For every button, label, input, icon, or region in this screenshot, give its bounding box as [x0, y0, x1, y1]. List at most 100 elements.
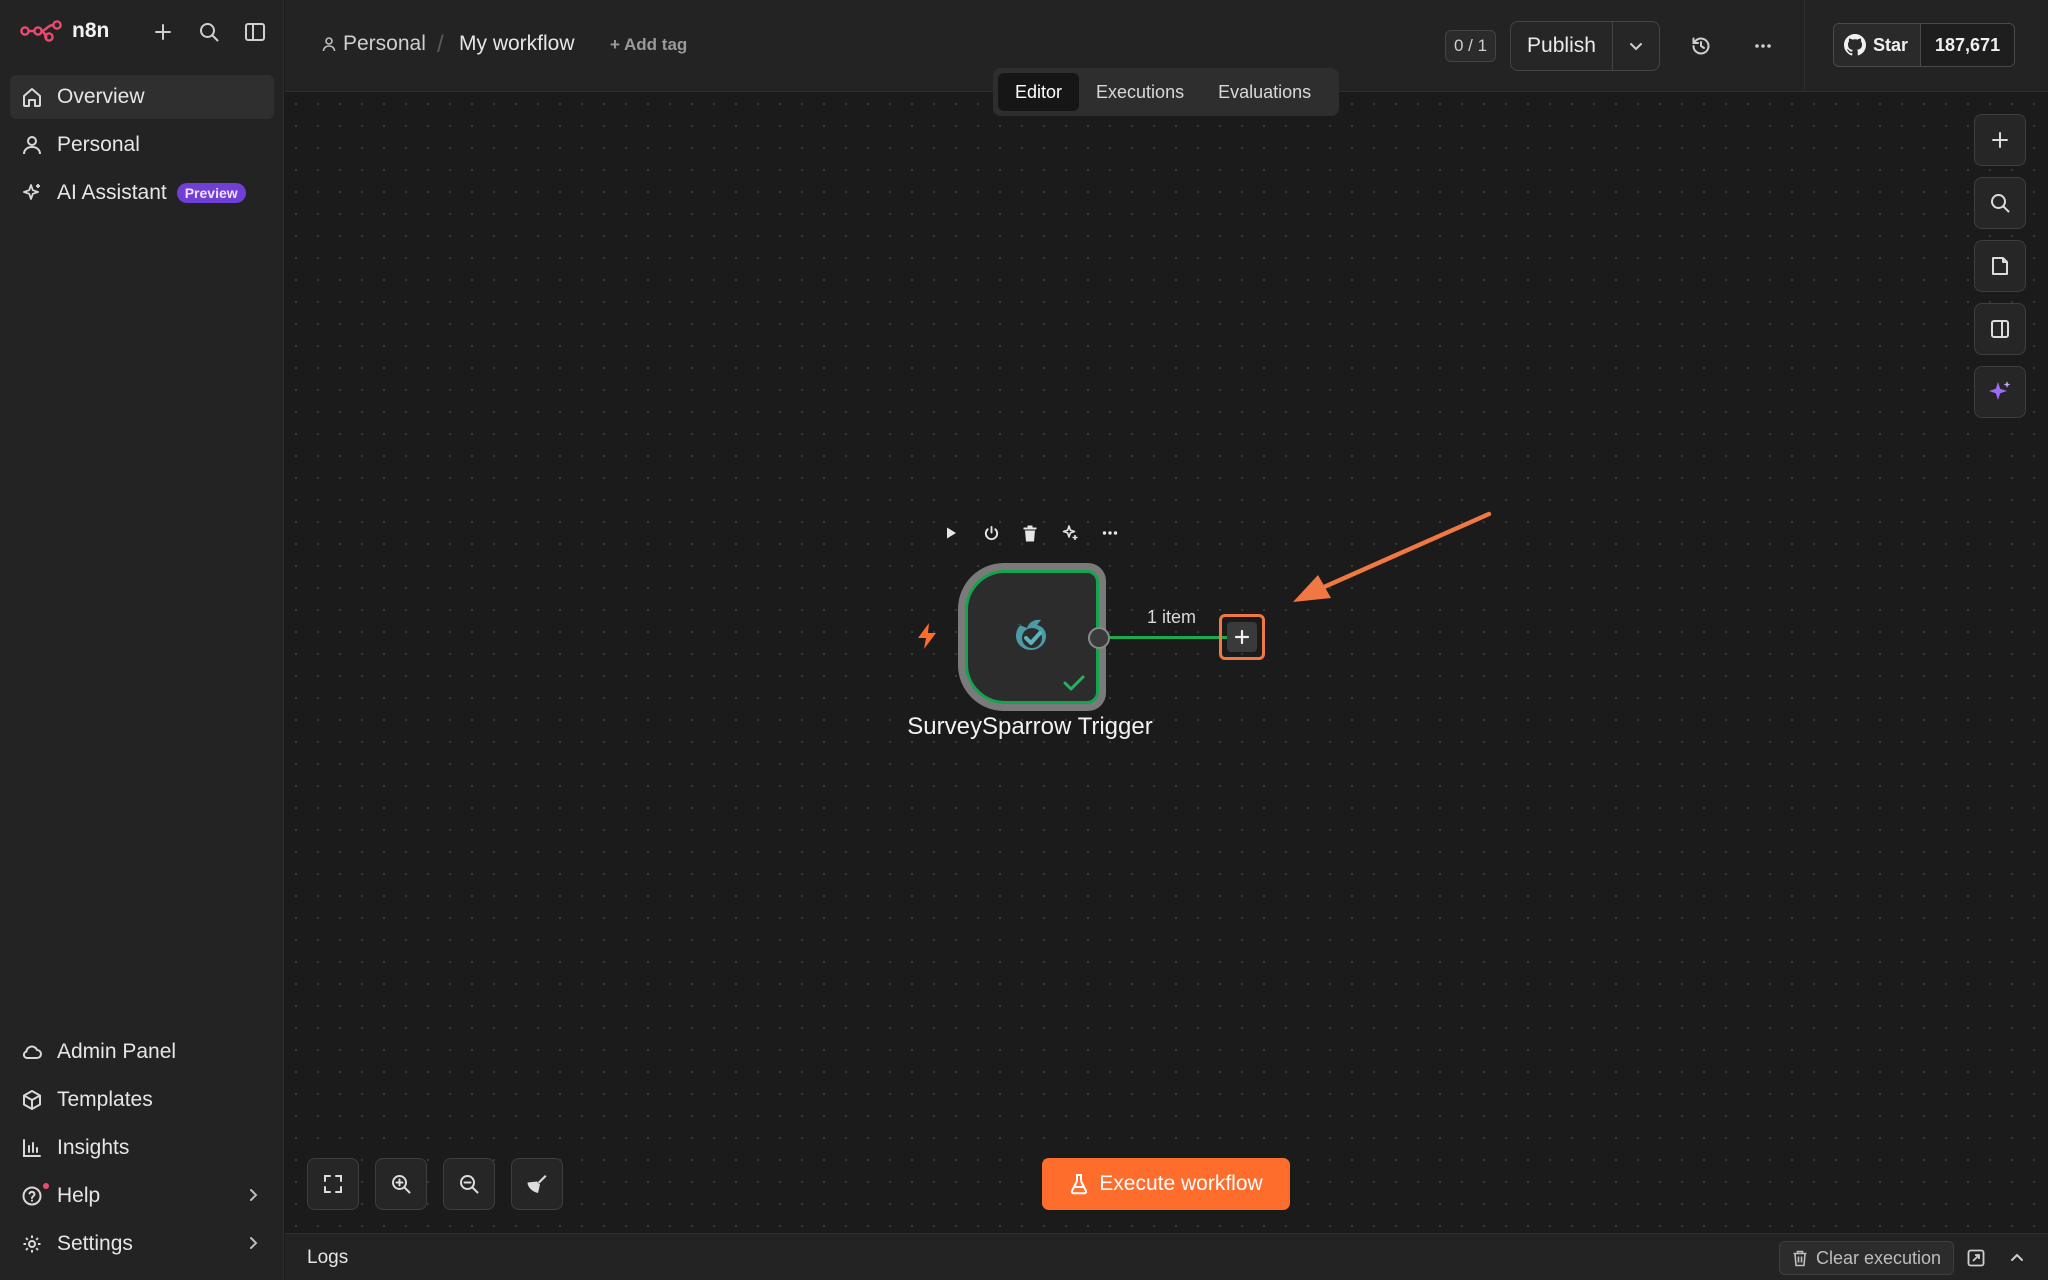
search-icon[interactable]	[196, 19, 222, 45]
github-star-label: Star	[1873, 34, 1909, 55]
chevron-right-icon	[244, 1234, 262, 1252]
user-icon	[20, 133, 44, 157]
add-node-button[interactable]	[1974, 114, 2026, 166]
header-divider	[1804, 0, 1805, 92]
help-circle-icon	[20, 1184, 44, 1208]
delete-node-button[interactable]	[1017, 520, 1043, 546]
sidebar-item-label: Admin Panel	[57, 1040, 177, 1063]
sidebar-item-admin-panel[interactable]: Admin Panel	[10, 1030, 274, 1074]
user-icon	[322, 37, 336, 52]
execute-workflow-button[interactable]: Execute workflow	[1042, 1158, 1290, 1210]
sidebar-item-insights[interactable]: Insights	[10, 1126, 274, 1170]
github-icon	[1844, 34, 1866, 56]
chevron-down-icon	[1630, 43, 1642, 51]
n8n-logo-icon	[20, 20, 62, 42]
home-icon	[20, 85, 44, 109]
sidebar-toggle-icon[interactable]	[242, 19, 268, 45]
breadcrumb-project[interactable]: Personal	[321, 32, 426, 56]
plus-icon	[1992, 132, 2008, 148]
workflow-canvas[interactable]	[285, 93, 2048, 1233]
sticky-note-button[interactable]	[1974, 240, 2026, 292]
play-icon	[947, 527, 956, 539]
workflow-title[interactable]: My workflow	[459, 32, 575, 56]
chevron-up-icon[interactable]	[2004, 1245, 2030, 1271]
sidebar-item-label: Help	[57, 1184, 101, 1207]
connection-line	[1110, 636, 1228, 639]
sidebar-item-templates[interactable]: Templates	[10, 1078, 274, 1122]
fit-view-button[interactable]	[307, 1158, 359, 1210]
publish-button-group: Publish	[1510, 21, 1660, 71]
panel-right-icon	[1991, 320, 2009, 338]
add-next-node-button[interactable]	[1219, 614, 1265, 660]
github-star-button[interactable]: Star 187,671	[1833, 23, 2016, 67]
trash-icon	[1793, 1250, 1807, 1266]
trigger-bolt-icon	[915, 622, 939, 650]
sidebar-item-ai-assistant[interactable]: AI Assistant Preview	[10, 171, 274, 215]
zoom-out-icon	[460, 1175, 479, 1194]
logs-label[interactable]: Logs	[307, 1247, 348, 1269]
workflow-counter: 0 / 1	[1445, 30, 1497, 62]
preview-badge: Preview	[176, 183, 246, 203]
node-name-label: SurveySparrow Trigger	[907, 713, 1153, 740]
sidebar-item-personal[interactable]: Personal	[10, 123, 274, 167]
publish-button[interactable]: Publish	[1511, 22, 1613, 70]
app-name: n8n	[72, 19, 110, 42]
clear-execution-label: Clear execution	[1816, 1247, 1942, 1268]
sidebar-item-help[interactable]: Help	[10, 1174, 274, 1218]
flask-icon	[1071, 1174, 1088, 1195]
zoom-in-icon	[392, 1175, 411, 1194]
workflow-node-surveysparrow-trigger[interactable]	[958, 563, 1106, 711]
pop-out-icon[interactable]	[1963, 1245, 1989, 1271]
n8n-logo[interactable]: n8n	[20, 18, 109, 44]
ai-assistant-button[interactable]	[1974, 366, 2026, 418]
tab-executions[interactable]: Executions	[1079, 73, 1201, 111]
history-icon[interactable]	[1687, 32, 1715, 60]
search-icon	[1991, 194, 2010, 213]
tidy-up-button[interactable]	[511, 1158, 563, 1210]
surveysparrow-icon	[1016, 619, 1046, 650]
github-star: Star	[1834, 24, 1922, 66]
sidebar-item-label: Personal	[57, 133, 140, 156]
annotation-arrow	[1285, 508, 1495, 608]
create-plus-icon[interactable]	[150, 19, 176, 45]
breadcrumb-project-label: Personal	[343, 32, 426, 55]
node-ai-button[interactable]	[1057, 520, 1083, 546]
search-nodes-button[interactable]	[1974, 177, 2026, 229]
sticky-note-icon	[1992, 257, 2008, 275]
sidebar-item-overview[interactable]: Overview	[10, 75, 274, 119]
fullscreen-icon	[324, 1175, 342, 1193]
github-star-count: 187,671	[1921, 24, 2015, 66]
logs-panel: Logs Clear execution	[285, 1233, 2048, 1280]
sidebar-item-label: Settings	[57, 1232, 133, 1255]
bar-chart-icon	[20, 1136, 44, 1160]
publish-dropdown-button[interactable]	[1613, 22, 1659, 70]
tab-evaluations[interactable]: Evaluations	[1201, 73, 1328, 111]
toggle-panel-button[interactable]	[1974, 303, 2026, 355]
execute-workflow-label: Execute workflow	[1099, 1172, 1263, 1195]
deactivate-node-button[interactable]	[978, 520, 1004, 546]
sparkles-icon	[1062, 525, 1078, 540]
zoom-in-button[interactable]	[375, 1158, 427, 1210]
zoom-out-button[interactable]	[443, 1158, 495, 1210]
sidebar-item-label: Templates	[57, 1088, 153, 1111]
more-options-icon[interactable]	[1749, 32, 1777, 60]
add-tag-button[interactable]: + Add tag	[610, 35, 687, 55]
plus-icon	[1227, 622, 1257, 652]
gear-icon	[20, 1232, 44, 1256]
chevron-right-icon	[244, 1186, 262, 1204]
sidebar-item-label: Overview	[57, 85, 145, 108]
node-more-options-icon[interactable]	[1097, 520, 1123, 546]
execute-node-button[interactable]	[938, 520, 964, 546]
cloud-icon	[20, 1040, 44, 1064]
power-icon	[984, 525, 998, 540]
clear-execution-button[interactable]: Clear execution	[1779, 1241, 1955, 1275]
sidebar-item-label: AI Assistant	[57, 181, 167, 204]
node-output-handle[interactable]	[1088, 627, 1110, 649]
sparkles-icon	[20, 181, 44, 205]
notification-dot	[43, 1183, 49, 1189]
sidebar: n8n Overview Personal AI Assistant Previ…	[0, 0, 284, 1280]
trash-icon	[1023, 525, 1037, 541]
broom-icon	[527, 1175, 547, 1193]
sidebar-item-settings[interactable]: Settings	[10, 1222, 274, 1266]
tab-editor[interactable]: Editor	[998, 73, 1080, 111]
